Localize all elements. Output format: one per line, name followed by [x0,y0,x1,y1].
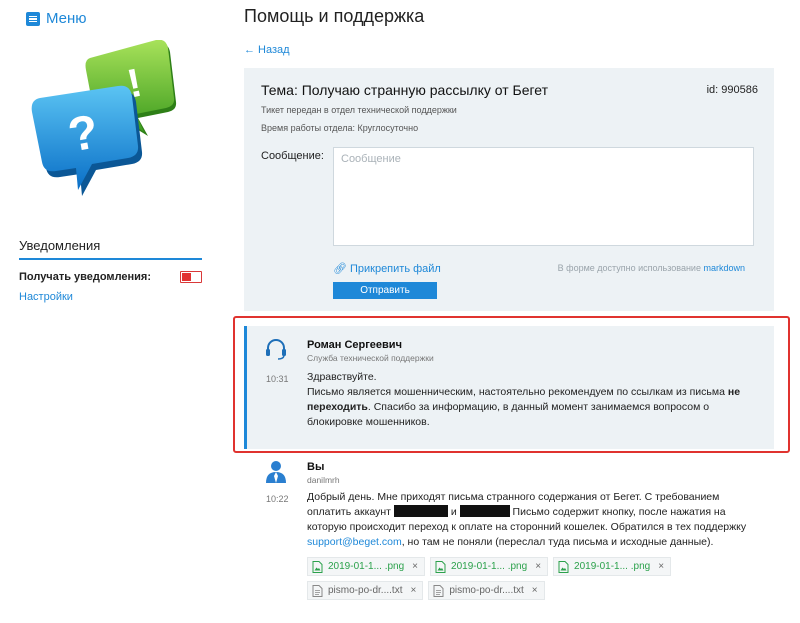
attachment-name: 2019-01-1... .png [574,561,651,572]
message-label: Сообщение: [261,150,324,162]
close-icon[interactable]: × [532,585,538,596]
menu-icon [26,11,40,26]
menu-button[interactable]: Меню [26,10,87,27]
user-body-part3: , но там не поняли (переслал туда письма… [401,536,714,548]
menu-label: Меню [46,10,87,27]
user-message-text: Добрый день. Мне приходят письма странно… [307,490,762,550]
image-file-icon [312,560,323,573]
support-body: Письмо является мошенническим, настоятел… [307,385,757,430]
ticket-panel: Тема: Получаю странную рассылку от Бегет… [244,68,774,311]
notifications-row: Получать уведомления: [19,271,202,283]
user-author-login: danilmrh [307,475,340,485]
attachment-chip[interactable]: 2019-01-1... .png × [553,557,672,576]
attachment-chip[interactable]: 2019-01-1... .png × [430,557,549,576]
support-body-part2: . Спасибо за информацию, в данный момент… [307,401,710,428]
close-icon[interactable]: × [410,585,416,596]
support-body-part1: Письмо является мошенническим, настоятел… [307,386,725,398]
redacted-block [393,505,448,517]
page-title: Помощь и поддержка [244,6,425,26]
close-icon[interactable]: × [535,561,541,572]
notifications-divider [19,258,202,260]
back-link[interactable]: ← Назад [244,44,290,56]
message-textarea[interactable] [333,147,754,246]
image-file-icon [435,560,446,573]
attachment-name: pismo-po-dr....txt [328,585,403,596]
attachments-list: 2019-01-1... .png × 2019-01-1... .png × … [307,557,747,600]
user-author-name: Вы [307,461,325,473]
markdown-note-text: В форме доступно использование [557,263,701,273]
support-chat-illustration: ! ? [31,40,177,196]
ticket-subject: Тема: Получаю странную рассылку от Бегет [261,82,549,98]
redacted-block [459,505,510,517]
support-author-name: Роман Сергеевич [307,339,402,351]
close-icon[interactable]: × [658,561,664,572]
support-author-role: Служба технической поддержки [307,353,434,363]
user-avatar-icon [266,461,286,483]
user-body-and: и [450,506,457,518]
attach-file-label: Прикрепить файл [349,262,441,275]
attachment-chip[interactable]: pismo-po-dr....txt × [307,581,424,600]
text-file-icon [312,584,323,597]
support-greeting: Здравствуйте. [307,371,377,383]
attachment-chip[interactable]: 2019-01-1... .png × [307,557,426,576]
paperclip-icon: 🔗︎ [333,263,347,275]
headset-avatar-icon [266,339,286,360]
support-message-time: 10:31 [266,374,289,384]
notifications-toggle[interactable] [180,271,202,283]
attachment-name: 2019-01-1... .png [328,561,405,572]
support-email-link[interactable]: support@beget.com [307,536,402,548]
settings-link[interactable]: Настройки [19,291,73,303]
attachment-name: pismo-po-dr....txt [449,585,524,596]
attach-file-link[interactable]: 🔗︎ Прикрепить файл [333,262,441,276]
ticket-id: id: 990586 [706,84,758,96]
image-file-icon [558,560,569,573]
attachment-chip[interactable]: pismo-po-dr....txt × [428,581,545,600]
support-message-text: Здравствуйте. Письмо является мошенничес… [307,370,757,430]
receive-notifications-label: Получать уведомления: [19,271,152,283]
user-message-time: 10:22 [266,494,289,504]
ticket-hours-note: Время работы отдела: Круглосуточно [261,123,419,133]
attachment-name: 2019-01-1... .png [451,561,528,572]
ticket-transfer-note: Тикет передан в отдел технической поддер… [261,105,457,115]
send-button[interactable]: Отправить [333,282,437,299]
close-icon[interactable]: × [412,561,418,572]
text-file-icon [433,584,444,597]
notifications-title: Уведомления [19,238,101,253]
markdown-link[interactable]: markdown [703,263,745,273]
markdown-note: В форме доступно использование markdown [558,263,745,273]
